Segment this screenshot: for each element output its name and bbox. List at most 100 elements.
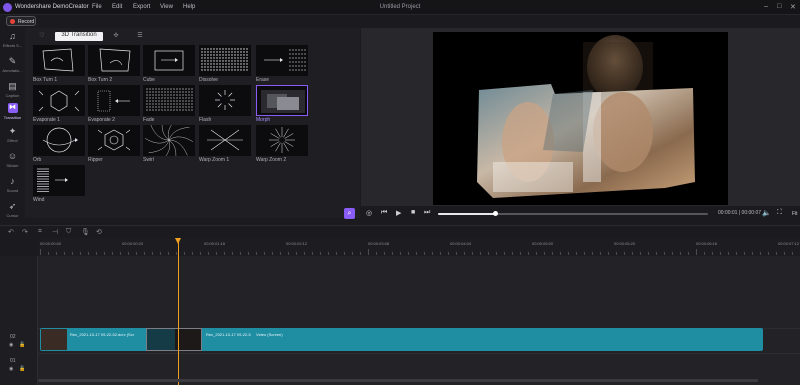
eye-icon[interactable]: ◉ [9,342,13,348]
scrubber-handle[interactable] [492,211,498,216]
transition-marker[interactable] [146,328,202,351]
sidebar-item[interactable]: ✎ Annotatio... [0,53,25,78]
transition-name: Swirl [143,157,154,163]
maximize-icon[interactable]: □ [777,3,781,10]
ruler-tick [576,252,577,255]
ruler-tick [656,252,657,255]
transition-tile[interactable]: Swirl [143,125,195,164]
transition-thumbnail [88,45,140,76]
transition-tile[interactable]: Wind [33,165,85,204]
transition-tile[interactable]: Ripper [88,125,140,164]
transition-tile[interactable]: Cube [143,45,195,84]
transition-tile[interactable]: Box Turn 1 [33,45,85,84]
effect-icon: ✦ [8,126,17,136]
stop-icon[interactable]: ■ [411,209,415,216]
freeze-icon[interactable]: ⟲ [96,228,102,236]
next-frame-icon[interactable]: ⏭ [424,209,430,217]
transition-thumbnail [88,125,140,156]
caption-icon: ▤ [8,81,17,91]
fullscreen-icon[interactable]: ⛶ [777,209,782,217]
ruler-tick [168,252,169,255]
tab-3d-transition[interactable]: 3D Transition [55,32,103,41]
sidebar-item-label: Sound [6,188,19,193]
ruler-tick [336,252,337,255]
ruler-tick [344,252,345,255]
ruler-tick [504,252,505,255]
sidebar-item[interactable]: ♪ Sound [0,173,25,198]
undo-icon[interactable]: ↶ [8,228,14,236]
fit-dropdown[interactable]: Fit [792,211,798,217]
ruler-tick [736,252,737,255]
transition-tile[interactable]: Evaporate 2 [88,85,140,124]
tab-transition-type[interactable]: ✣ [105,32,127,41]
sound-icon: ♪ [10,176,15,186]
transition-tile[interactable]: Orb [33,125,85,164]
ruler-tick [680,252,681,255]
ruler-tick [728,252,729,255]
eye-icon[interactable]: ◉ [9,366,13,372]
microphone-icon[interactable]: 🎙 [81,228,90,236]
playback-scrubber[interactable] [438,211,708,216]
transition-tile[interactable]: Flash [199,85,251,124]
transition-tile[interactable]: Morph [256,85,308,124]
transition-tile[interactable]: Dissolve [199,45,251,84]
tab-favorites[interactable]: ♡ [31,32,53,41]
volume-icon[interactable]: 🔈 [762,209,771,217]
record-icon [10,19,15,24]
clip-label: Rec_2021-10-17 09-22-5 [206,332,251,337]
effects-icon: ♫ [9,31,16,41]
ruler-tick [368,249,369,255]
ruler-label: 00:00:02:12 [286,241,308,246]
previous-frame-icon[interactable]: ⏮ [381,209,387,217]
transition-name: Warp Zoom 2 [256,157,287,163]
ruler-tick [664,252,665,255]
transition-thumbnail [33,125,85,156]
record-button[interactable]: Record [6,16,36,26]
lock-icon[interactable]: 🔓 [19,366,25,372]
split-icon[interactable]: ⊣ [52,228,58,236]
marker-icon[interactable]: ⛉ [66,228,71,236]
transition-tile[interactable]: Warp Zoom 1 [199,125,251,164]
ruler-tick [696,249,697,255]
clip-thumbnail [41,329,67,350]
transition-tile[interactable]: Erase [256,45,308,84]
sidebar-item[interactable]: ➶ Cursor [0,198,25,223]
playback-controls: ◎ ⏮ ▶ ■ ⏭ 00:00:01 | 00:00:07 🔈 ⛶ Fit [361,206,800,222]
sidebar-item[interactable]: ♫ Effects S... [0,28,25,53]
ruler-tick [120,252,121,255]
tab-list[interactable]: ☰ [129,32,151,41]
sidebar-item[interactable]: ☺ Sticker [0,148,25,173]
ruler-label: 00:00:06:16 [696,241,718,246]
ruler-label: 00:00:01:16 [204,241,226,246]
screenshot-icon[interactable]: ◎ [366,209,372,217]
record-bar: Record [0,15,800,28]
transition-thumbnail [199,45,251,76]
ruler-tick [744,252,745,255]
ruler-tick [584,252,585,255]
timeline-scrollbar[interactable] [38,379,758,382]
transition-tile[interactable]: Fade [143,85,195,124]
ruler-label: 00:00:00:00 [40,241,62,246]
preview-canvas[interactable] [433,32,728,205]
transition-tile[interactable]: Box Turn 2 [88,45,140,84]
transition-thumbnail [143,45,195,76]
ruler-tick [480,252,481,255]
preview-frame-image [477,35,695,198]
zoom-icon[interactable]: ⌕ [344,208,355,219]
playhead[interactable] [178,238,179,385]
redo-icon[interactable]: ↷ [22,228,28,236]
lock-icon[interactable]: 🔓 [19,342,25,348]
sidebar-item[interactable]: ✦ Effect [0,123,25,148]
transition-tile[interactable]: Warp Zoom 2 [256,125,308,164]
play-icon[interactable]: ▶ [396,209,401,217]
transition-tile[interactable]: Evaporate 1 [33,85,85,124]
close-icon[interactable]: ✕ [790,3,796,11]
minimize-icon[interactable]: – [764,3,768,10]
crop-icon[interactable]: ⌗ [38,228,42,236]
ruler-tick [704,252,705,255]
timeline-ruler[interactable]: 00:00:00:00 00:00:00:20 00:00:01:16 00:00:0… [38,238,800,256]
ruler-tick [632,252,633,255]
sidebar-item[interactable]: ⧓ Transition [0,100,25,125]
ruler-tick [248,252,249,255]
playhead-handle[interactable] [175,238,181,244]
